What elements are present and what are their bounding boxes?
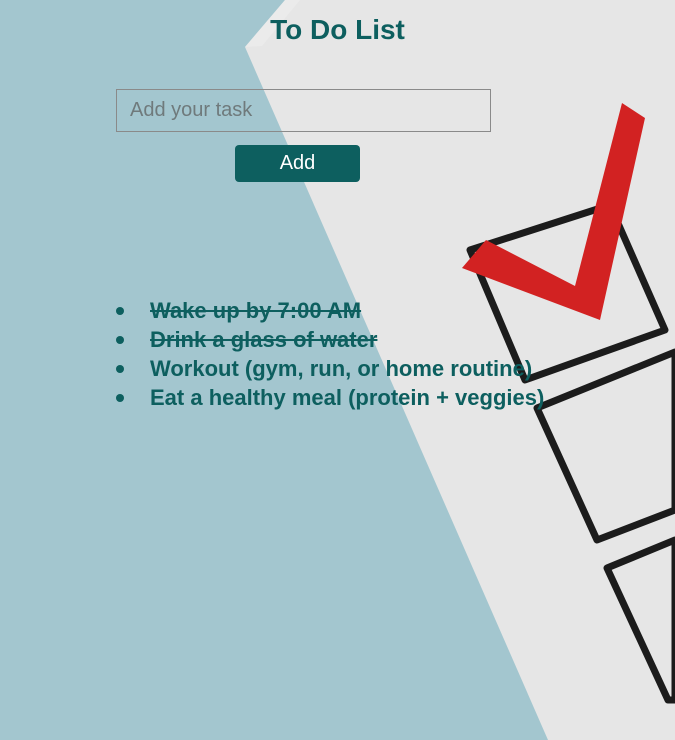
task-list: Wake up by 7:00 AM Drink a glass of wate… xyxy=(116,296,544,412)
task-item[interactable]: Drink a glass of water xyxy=(116,325,544,354)
bullet-icon xyxy=(116,365,124,373)
page-title: To Do List xyxy=(270,14,405,45)
bullet-icon xyxy=(116,394,124,402)
bullet-icon xyxy=(116,307,124,315)
task-item[interactable]: Eat a healthy meal (protein + veggies) xyxy=(116,383,544,412)
task-input[interactable] xyxy=(116,89,491,132)
task-text: Workout (gym, run, or home routine) xyxy=(150,356,533,381)
task-item[interactable]: Wake up by 7:00 AM xyxy=(116,296,544,325)
bullet-icon xyxy=(116,336,124,344)
add-task-button[interactable]: Add xyxy=(235,145,360,182)
task-text: Drink a glass of water xyxy=(150,327,378,352)
task-item[interactable]: Workout (gym, run, or home routine) xyxy=(116,354,544,383)
task-text: Eat a healthy meal (protein + veggies) xyxy=(150,385,545,410)
task-text: Wake up by 7:00 AM xyxy=(150,298,362,323)
